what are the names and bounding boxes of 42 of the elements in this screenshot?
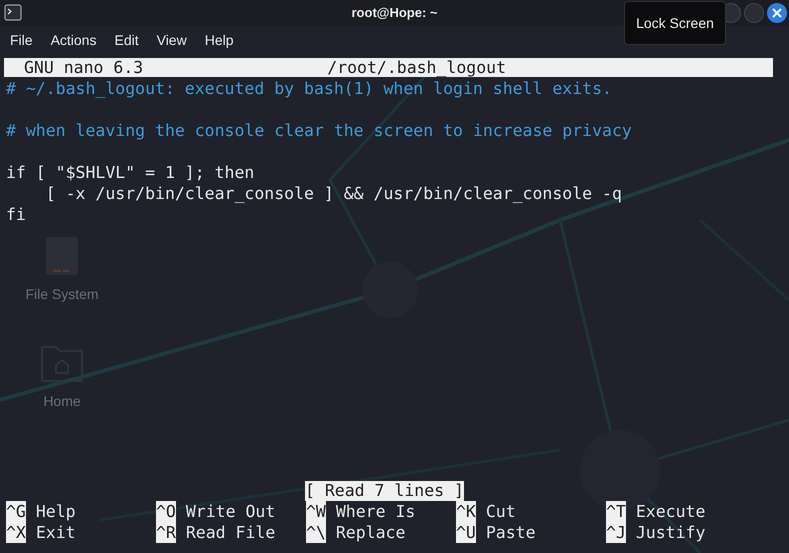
shortcut-label: Justify xyxy=(636,522,706,543)
shortcut-key: ^W xyxy=(306,501,326,522)
shortcut-key: ^G xyxy=(6,501,26,522)
shortcut-label: Execute xyxy=(636,501,706,522)
shortcut-label: Cut xyxy=(486,501,516,522)
status-message: [ Read 7 lines ] xyxy=(305,481,464,501)
comment-line: # when leaving the console clear the screen to increase privacy xyxy=(6,120,633,141)
tooltip: Lock Screen xyxy=(624,1,726,45)
shortcut-label: Paste xyxy=(486,522,536,543)
shortcut-label: Replace xyxy=(336,522,406,543)
shortcut-key: ^X xyxy=(6,522,26,543)
code-line: if [ "$SHLVL" = 1 ]; then xyxy=(6,162,256,183)
shortcut-label: Exit xyxy=(36,522,76,543)
shortcut-label: Read File xyxy=(186,522,276,543)
code-line: fi xyxy=(6,204,27,225)
drive-icon xyxy=(45,236,79,276)
window-title: root@Hope: ~ xyxy=(352,4,438,22)
desktop-icon-label: Home xyxy=(43,392,81,411)
shortcut-key: ^O xyxy=(156,501,176,522)
shortcut-label: Where Is xyxy=(336,501,416,522)
menu-item[interactable]: Edit xyxy=(114,30,139,50)
comment-line: # ~/.bash_logout: executed by bash(1) when login shell exits. xyxy=(6,78,613,99)
menu-item[interactable]: Help xyxy=(204,30,234,50)
close-button[interactable] xyxy=(767,3,787,23)
shortcut-key: ^T xyxy=(606,501,626,522)
terminal-icon xyxy=(4,4,22,21)
file-path: /root/.bash_logout xyxy=(327,57,506,78)
code-line: [ -x /usr/bin/clear_console ] && /usr/bin/clear_console -q xyxy=(44,183,623,204)
shortcut-key: ^J xyxy=(606,522,626,543)
shortcut-label: Write Out xyxy=(186,501,276,522)
shortcut-label: Help xyxy=(36,501,76,522)
menu-item[interactable]: Actions xyxy=(50,30,96,50)
nano-version: GNU nano 6.3 xyxy=(24,57,144,78)
shortcut-key: ^K xyxy=(456,501,476,522)
folder-icon xyxy=(40,343,84,383)
shortcut-key: ^R xyxy=(156,522,176,543)
shortcut-key: ^\ xyxy=(306,522,326,543)
desktop-icon-label: File System xyxy=(25,285,99,304)
shortcut-key: ^U xyxy=(456,522,476,543)
menu-item[interactable]: File xyxy=(10,30,33,50)
menu-item[interactable]: View xyxy=(156,30,187,50)
close-icon xyxy=(772,8,782,18)
